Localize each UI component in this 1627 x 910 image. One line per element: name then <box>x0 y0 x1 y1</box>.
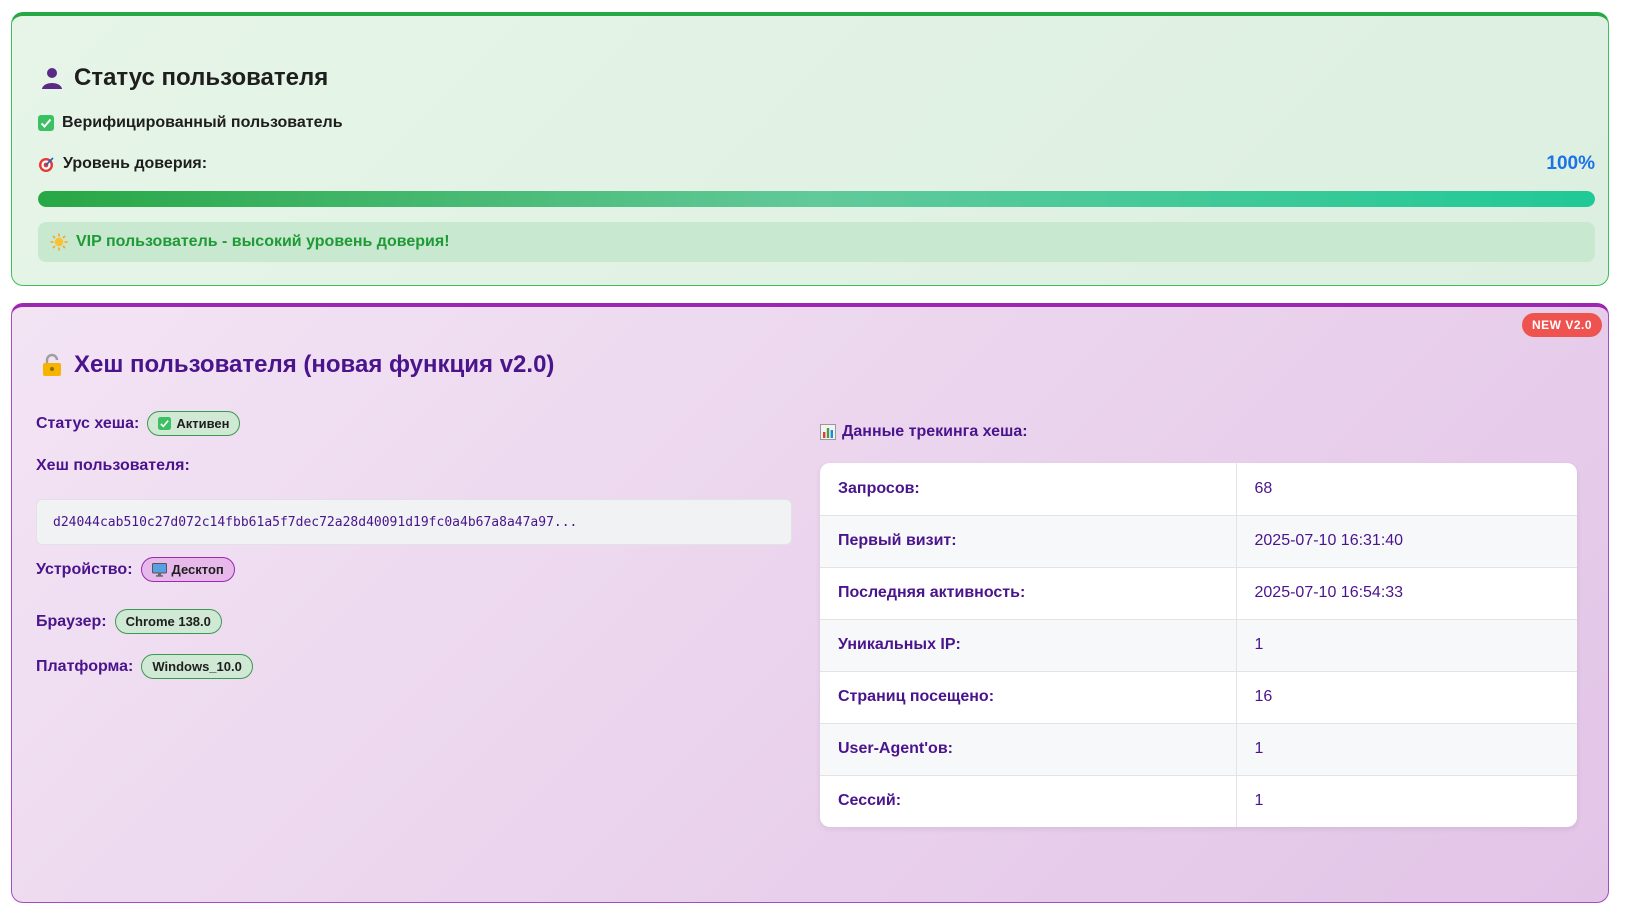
tracking-key: Сессий: <box>820 775 1237 827</box>
device-value: Десктоп <box>171 562 224 577</box>
table-row: Запросов: 68 <box>820 463 1577 516</box>
status-card-title: Статус пользователя <box>40 64 328 92</box>
browser-badge: Chrome 138.0 <box>114 609 222 634</box>
trust-progress-fill <box>38 191 1595 207</box>
tracking-key: Уникальных IP: <box>820 619 1237 672</box>
tracking-value: 68 <box>1236 463 1577 516</box>
tracking-value: 1 <box>1236 723 1577 776</box>
table-row: User-Agent'ов: 1 <box>820 723 1577 776</box>
status-title-text: Статус пользователя <box>74 64 329 91</box>
platform-row: Платформа: Windows_10.0 <box>36 654 253 679</box>
tracking-key: Страниц посещено: <box>820 671 1237 724</box>
verified-row: Верифицированный пользователь <box>38 114 343 132</box>
hash-status-value: Активен <box>176 416 230 431</box>
device-badge: Десктоп <box>140 557 235 582</box>
verified-label: Верифицированный пользователь <box>62 114 343 131</box>
lock-icon <box>40 353 64 377</box>
hash-value-box[interactable]: d24044cab510c27d072c14fbb61a5f7dec72a28d… <box>36 499 792 545</box>
trust-label: Уровень доверия: <box>63 155 208 172</box>
tracking-value: 1 <box>1236 619 1577 672</box>
tracking-value: 2025-07-10 16:54:33 <box>1236 567 1577 620</box>
user-status-card: Статус пользователя Верифицированный пол… <box>11 12 1609 286</box>
browser-value: Chrome 138.0 <box>125 614 211 629</box>
bar-chart-icon <box>820 424 836 440</box>
check-icon <box>38 115 54 131</box>
hash-status-label: Статус хеша: <box>36 414 140 432</box>
hash-label-row: Хеш пользователя: <box>36 457 190 475</box>
device-row: Устройство: Десктоп <box>36 557 235 582</box>
hash-value-text: d24044cab510c27d072c14fbb61a5f7dec72a28d… <box>53 514 578 530</box>
platform-label: Платформа: <box>36 657 134 675</box>
vip-text: VIP пользователь - высокий уровень довер… <box>76 233 450 250</box>
trust-row: Уровень доверия: 100% <box>38 153 1595 175</box>
device-label: Устройство: <box>36 560 133 578</box>
table-row: Последняя активность: 2025-07-10 16:54:3… <box>820 567 1577 620</box>
tracking-value: 1 <box>1254 792 1264 810</box>
tracking-value: 2025-07-10 16:31:40 <box>1236 515 1577 568</box>
trust-value: 100% <box>1546 153 1595 174</box>
table-row: Первый визит: 2025-07-10 16:31:40 <box>820 515 1577 568</box>
table-row: Сессий: 1 <box>820 775 1577 827</box>
tracking-title: Данные трекинга хеша: <box>820 423 1028 441</box>
hash-card-title: Хеш пользователя (новая функция v2.0) <box>40 351 554 379</box>
table-row: Страниц посещено: 16 <box>820 671 1577 724</box>
tracking-title-text: Данные трекинга хеша: <box>842 423 1028 440</box>
trust-progress-bar <box>38 191 1595 207</box>
tracking-key: Последняя активность: <box>820 567 1237 620</box>
tracking-key: User-Agent'ов: <box>820 723 1237 776</box>
hash-title-text: Хеш пользователя (новая функция v2.0) <box>74 351 555 378</box>
hash-status-row: Статус хеша: Активен <box>36 411 241 436</box>
browser-row: Браузер: Chrome 138.0 <box>36 609 222 634</box>
hash-value-label: Хеш пользователя: <box>36 457 190 474</box>
table-row: Уникальных IP: 1 <box>820 619 1577 672</box>
tracking-value: 16 <box>1236 671 1577 724</box>
user-icon <box>40 66 64 90</box>
vip-banner: VIP пользователь - высокий уровень довер… <box>38 222 1595 262</box>
user-hash-card: NEW V2.0 Хеш пользователя (новая функция… <box>11 303 1609 903</box>
tracking-key: Запросов: <box>820 463 1237 516</box>
platform-value: Windows_10.0 <box>152 659 242 674</box>
browser-label: Браузер: <box>36 612 107 630</box>
monitor-icon <box>151 562 167 577</box>
target-icon <box>38 156 55 173</box>
tracking-key: Первый визит: <box>820 515 1237 568</box>
new-version-badge: NEW V2.0 <box>1521 313 1602 337</box>
hash-status-badge: Активен <box>147 411 241 436</box>
check-icon <box>158 417 172 430</box>
sun-icon <box>50 233 68 251</box>
platform-badge: Windows_10.0 <box>141 654 253 679</box>
tracking-table: Запросов: 68 Первый визит: 2025-07-10 16… <box>820 463 1577 827</box>
